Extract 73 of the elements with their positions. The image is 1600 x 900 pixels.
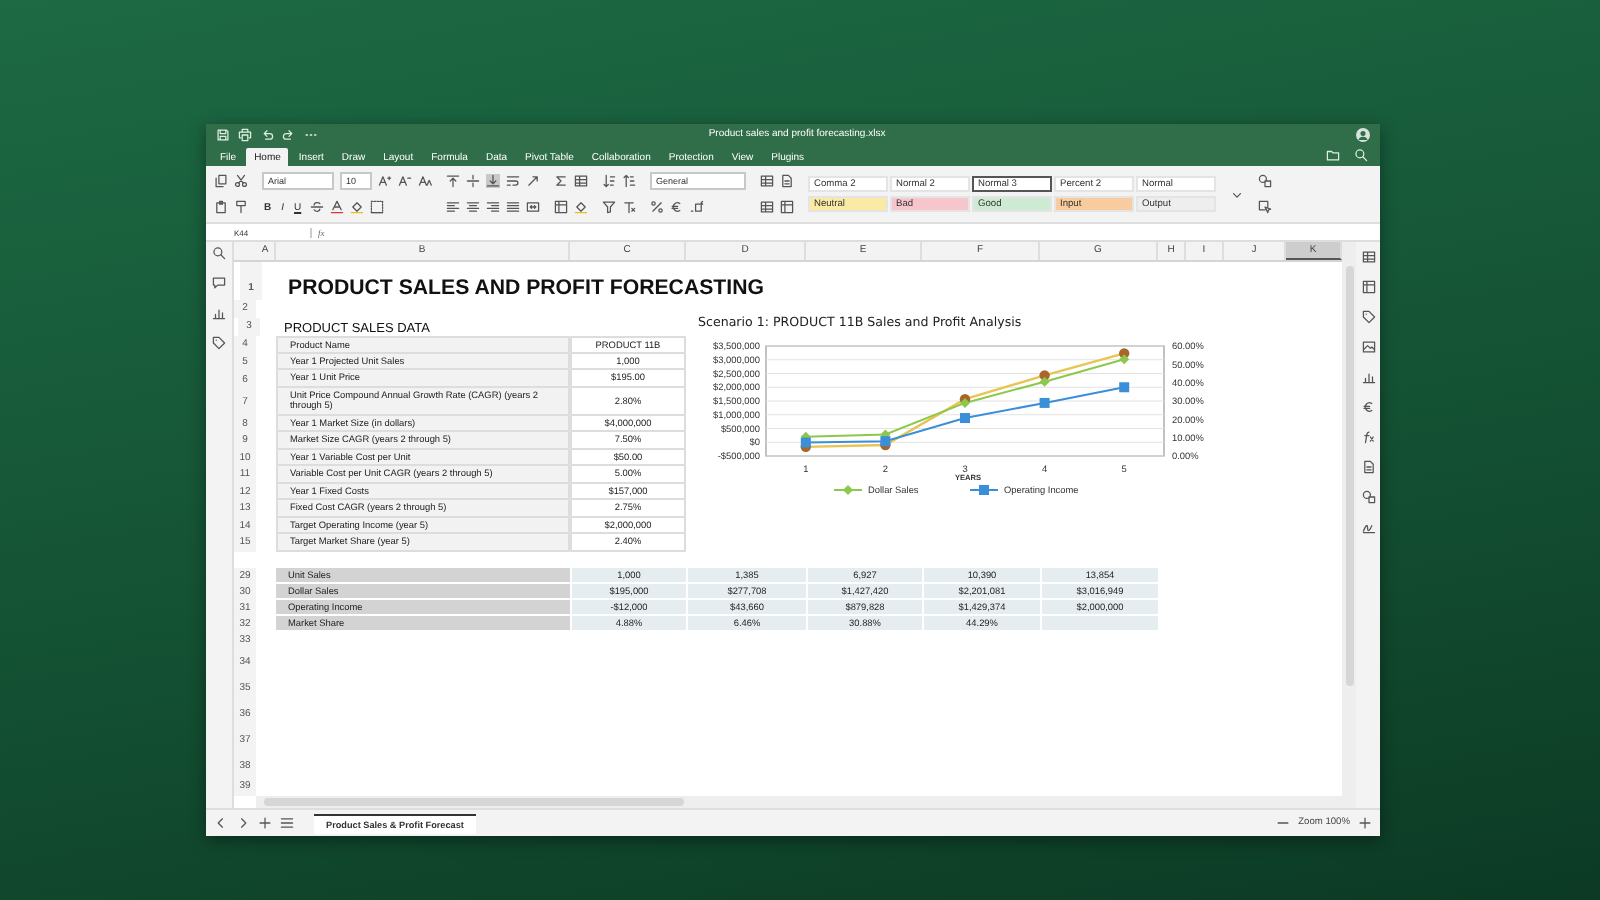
print-icon[interactable] bbox=[238, 127, 252, 141]
pivot-icon[interactable] bbox=[554, 200, 568, 214]
orientation-icon[interactable] bbox=[526, 174, 540, 188]
undo-icon[interactable] bbox=[260, 127, 274, 141]
merge-icon[interactable] bbox=[526, 200, 540, 214]
save-icon[interactable] bbox=[216, 127, 230, 141]
pivot-icon[interactable] bbox=[1361, 280, 1375, 294]
tag-icon[interactable] bbox=[212, 336, 226, 350]
percent-icon[interactable] bbox=[650, 200, 664, 214]
chevron-right-icon[interactable] bbox=[236, 816, 250, 830]
horizontal-scrollbar[interactable] bbox=[256, 796, 1342, 808]
align-center-icon[interactable] bbox=[466, 200, 480, 214]
fill-color-icon[interactable] bbox=[349, 200, 364, 214]
fill-color-icon[interactable] bbox=[574, 200, 588, 214]
table-icon[interactable] bbox=[1361, 250, 1375, 264]
filter-icon[interactable] bbox=[602, 200, 616, 214]
redo-icon[interactable] bbox=[282, 127, 296, 141]
wrap-icon[interactable] bbox=[506, 174, 520, 188]
zoom-in-icon[interactable] bbox=[1358, 816, 1372, 830]
align-left-icon[interactable] bbox=[446, 200, 460, 214]
legend-key bbox=[969, 485, 999, 495]
list-icon[interactable] bbox=[280, 816, 294, 830]
currency-icon[interactable] bbox=[670, 200, 684, 214]
image-icon[interactable] bbox=[1361, 340, 1375, 354]
bar-chart-icon[interactable] bbox=[1361, 370, 1375, 384]
font-shrink-icon[interactable] bbox=[398, 174, 412, 188]
paste-icon[interactable] bbox=[214, 200, 228, 214]
justify-icon[interactable] bbox=[506, 200, 520, 214]
pivot-icon[interactable] bbox=[780, 200, 794, 214]
strikethrough-icon[interactable] bbox=[309, 200, 324, 214]
cut-icon[interactable] bbox=[234, 174, 248, 188]
text-case-icon[interactable] bbox=[418, 174, 432, 188]
table-icon[interactable] bbox=[760, 174, 774, 188]
formula-icon[interactable] bbox=[1361, 430, 1375, 444]
clear-icon[interactable] bbox=[622, 200, 636, 214]
brush-icon[interactable] bbox=[234, 200, 248, 214]
sheet-title: PRODUCT SALES AND PROFIT FORECASTING bbox=[286, 276, 764, 300]
shapes-icon[interactable] bbox=[1361, 490, 1375, 504]
search-icon[interactable] bbox=[212, 246, 226, 260]
align-right-icon[interactable] bbox=[486, 200, 500, 214]
chart-marker bbox=[1119, 382, 1130, 393]
shapes-icon[interactable] bbox=[1258, 174, 1272, 188]
copy-icon[interactable] bbox=[214, 174, 228, 188]
border-icon[interactable] bbox=[369, 200, 384, 214]
select-icon[interactable] bbox=[1258, 200, 1272, 214]
decimal-icon[interactable] bbox=[690, 200, 704, 214]
folder-icon[interactable] bbox=[1326, 148, 1340, 162]
avatar-icon[interactable] bbox=[1356, 127, 1371, 141]
bar-chart-icon[interactable] bbox=[212, 306, 226, 320]
add-sheet-icon[interactable] bbox=[258, 816, 272, 830]
legend-key bbox=[833, 485, 863, 495]
signature-icon[interactable] bbox=[1361, 520, 1375, 534]
table-icon[interactable] bbox=[760, 200, 774, 214]
vertical-scrollbar[interactable] bbox=[1342, 242, 1356, 808]
sum-icon[interactable] bbox=[554, 174, 568, 188]
chart-marker bbox=[1039, 397, 1050, 408]
font-color-icon[interactable] bbox=[329, 200, 344, 214]
font-grow-icon[interactable] bbox=[378, 174, 392, 188]
comment-icon[interactable] bbox=[212, 276, 226, 290]
zoom-out-icon[interactable] bbox=[1276, 816, 1291, 830]
caret-icon[interactable] bbox=[1230, 187, 1244, 201]
document-icon[interactable] bbox=[780, 174, 794, 188]
document-icon[interactable] bbox=[1361, 460, 1375, 474]
table-icon[interactable] bbox=[574, 174, 588, 188]
align-top-icon[interactable] bbox=[446, 174, 460, 188]
currency-icon[interactable] bbox=[1361, 400, 1375, 414]
chart-marker bbox=[960, 413, 970, 424]
align-bottom-icon[interactable] bbox=[486, 174, 500, 188]
tag-icon[interactable] bbox=[1361, 310, 1375, 324]
sort-ascending-icon[interactable] bbox=[602, 174, 616, 188]
chevron-left-icon[interactable] bbox=[214, 816, 228, 830]
align-middle-icon[interactable] bbox=[466, 174, 480, 188]
sort-descending-icon[interactable] bbox=[622, 174, 636, 188]
